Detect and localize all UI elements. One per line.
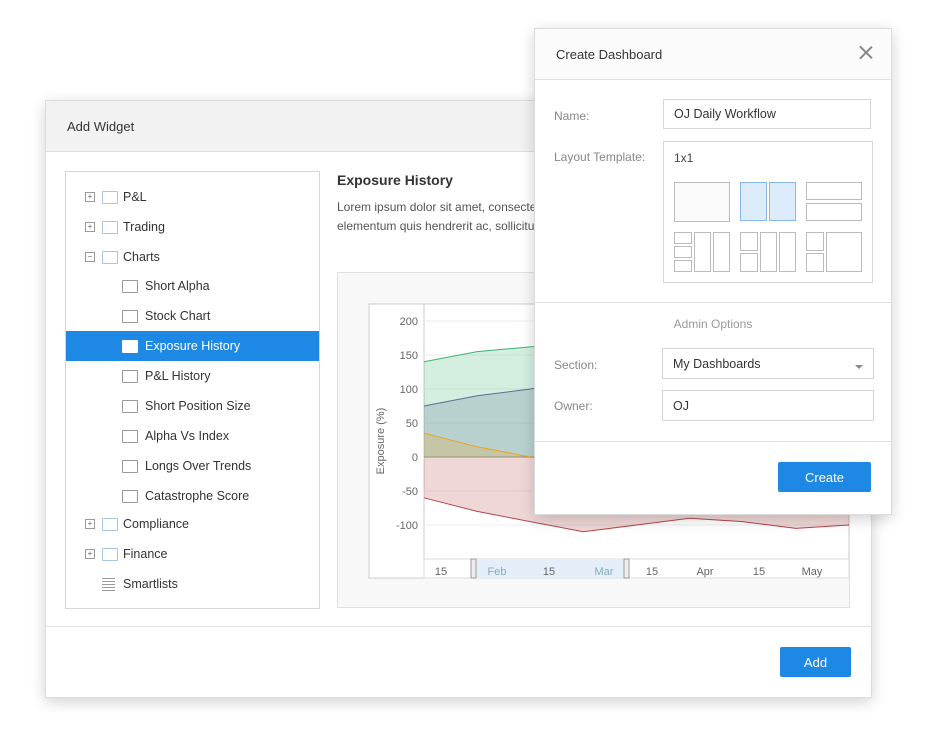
tree-item-label: Smartlists [123, 577, 178, 591]
template-split-right[interactable] [806, 232, 862, 272]
x-tick-label: 15 [543, 566, 555, 578]
folder-icon [102, 548, 118, 561]
folder-icon [122, 400, 138, 413]
expand-icon[interactable]: + [85, 549, 95, 559]
tree-item[interactable]: Longs Over Trends [66, 451, 319, 481]
divider [535, 441, 891, 442]
tree-item[interactable]: Smartlists [66, 569, 319, 599]
admin-options-heading: Admin Options [673, 317, 753, 331]
add-button[interactable]: Add [780, 647, 851, 677]
x-tick-label: Mar [595, 566, 614, 578]
tree-item-label: Compliance [123, 517, 190, 531]
tree-item[interactable]: − Charts [66, 242, 319, 272]
x-tick-label: Feb [488, 566, 507, 578]
tree-item[interactable]: P&L History [66, 361, 319, 391]
section-label: Section: [554, 358, 598, 372]
folder-icon [122, 460, 138, 473]
widget-tree: + P&L + Trading − Charts Short Alpha Stock Char… [65, 171, 320, 609]
tree-item[interactable]: Alpha Vs Index [66, 421, 319, 451]
tree-item-label: P&L History [145, 369, 211, 383]
layout-template-value: 1x1 [674, 151, 694, 165]
create-dashboard-header: Create Dashboard [535, 29, 891, 80]
expand-icon[interactable]: + [85, 222, 95, 232]
folder-icon [122, 340, 138, 353]
y-tick-label: 0 [412, 452, 418, 464]
tree-item-label: Charts [123, 250, 160, 264]
folder-icon [122, 280, 138, 293]
tree-item-label: Trading [123, 220, 165, 234]
folder-icon [122, 310, 138, 323]
x-tick-label: 15 [435, 566, 447, 578]
create-button[interactable]: Create [778, 462, 871, 492]
create-dashboard-title: Create Dashboard [556, 47, 663, 62]
tree-item[interactable]: + Compliance [66, 509, 319, 539]
tree-item[interactable]: + P&L [66, 182, 319, 212]
y-axis-label: Exposure (%) [375, 408, 387, 475]
tree-item[interactable]: Stock Chart [66, 301, 319, 331]
divider [535, 302, 891, 303]
template-2-columns[interactable] [740, 182, 796, 221]
close-icon[interactable] [859, 45, 873, 59]
template-1x1[interactable] [674, 182, 730, 222]
y-tick-label: -50 [402, 486, 418, 498]
folder-icon [102, 191, 118, 204]
template-2-rows[interactable] [806, 182, 862, 221]
tree-item-label: Finance [123, 547, 168, 561]
tree-item-label: Short Alpha [145, 279, 210, 293]
x-tick-label: 15 [646, 566, 658, 578]
y-tick-label: 50 [406, 418, 418, 430]
add-widget-title: Add Widget [67, 119, 135, 134]
tree-item[interactable]: Exposure History [66, 331, 319, 361]
template-split-left[interactable] [674, 232, 730, 272]
navigator-handle [623, 558, 630, 579]
folder-icon [102, 251, 118, 264]
folder-icon [122, 490, 138, 503]
tree-item-label: Short Position Size [145, 399, 251, 413]
collapse-icon[interactable]: − [85, 252, 95, 262]
template-split-mixed[interactable] [740, 232, 796, 272]
folder-icon [102, 221, 118, 234]
tree-item[interactable]: + Finance [66, 539, 319, 569]
tree-item[interactable]: Catastrophe Score [66, 481, 319, 511]
folder-icon [122, 370, 138, 383]
y-tick-label: 200 [400, 316, 418, 328]
expand-icon[interactable]: + [85, 519, 95, 529]
tree-item-label: Catastrophe Score [145, 489, 250, 503]
y-tick-label: -100 [396, 520, 418, 532]
folder-icon [102, 518, 118, 531]
tree-item-label: Stock Chart [145, 309, 211, 323]
tree-item-label: P&L [123, 190, 147, 204]
y-tick-label: 150 [400, 350, 418, 362]
add-widget-footer: Add [46, 626, 871, 697]
layout-template-label: Layout Template: [554, 150, 646, 164]
widget-desc-line: Lorem ipsum dolor sit amet, consecte [337, 200, 537, 214]
name-label: Name: [554, 109, 590, 123]
x-tick-label: May [802, 566, 823, 578]
tree-item[interactable]: + Trading [66, 212, 319, 242]
tree-item-label: Longs Over Trends [145, 459, 252, 473]
y-tick-label: 100 [400, 384, 418, 396]
tree-item-label: Alpha Vs Index [145, 429, 230, 443]
chevron-down-icon [855, 365, 863, 369]
expand-icon[interactable]: + [85, 192, 95, 202]
x-tick-label: 15 [753, 566, 765, 578]
tree-item-label: Exposure History [145, 339, 241, 353]
navigator-handle [470, 558, 477, 579]
tree-item[interactable]: Short Position Size [66, 391, 319, 421]
widget-detail-description: Lorem ipsum dolor sit amet, consecte ele… [337, 198, 547, 236]
section-select-value: My Dashboards [673, 356, 761, 371]
create-dashboard-dialog: Create Dashboard Name: OJ Daily Workflow… [534, 28, 892, 515]
folder-icon [122, 430, 138, 443]
list-icon [102, 578, 115, 591]
section-select[interactable]: My Dashboards [662, 348, 874, 379]
widget-detail-title: Exposure History [337, 172, 453, 188]
layout-template-picker: 1x1 [663, 141, 873, 283]
tree-item[interactable]: Short Alpha [66, 271, 319, 301]
widget-desc-line: elementum quis hendrerit ac, sollicitu [337, 219, 535, 233]
x-tick-label: Apr [696, 566, 713, 578]
name-input[interactable]: OJ Daily Workflow [663, 99, 871, 129]
owner-input[interactable]: OJ [662, 390, 874, 421]
owner-label: Owner: [554, 399, 593, 413]
